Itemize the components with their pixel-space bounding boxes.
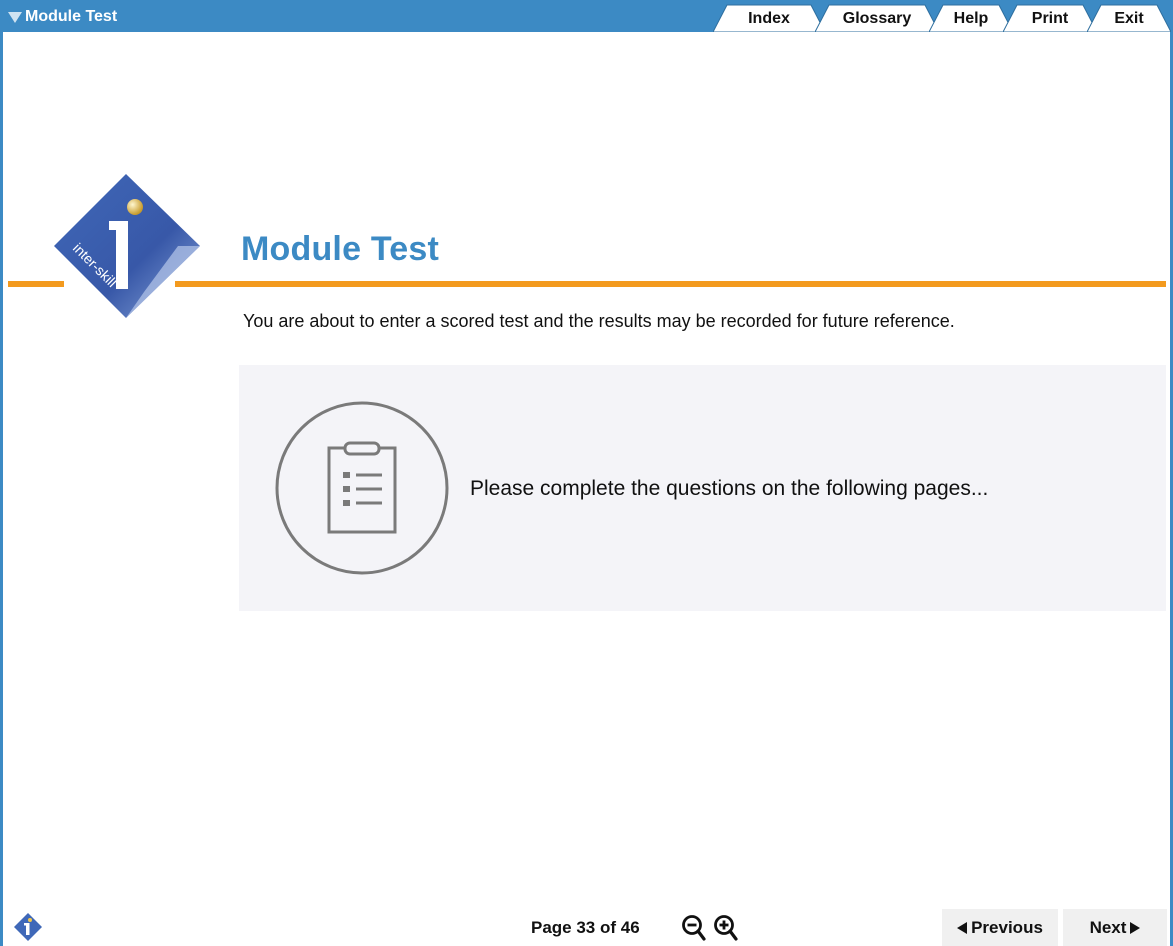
tab-print[interactable]: Print	[1003, 4, 1097, 32]
tab-bar: Index Glossary Help Print Exit	[0, 4, 1173, 32]
tab-print-label: Print	[1031, 10, 1069, 27]
tab-glossary[interactable]: Glossary	[815, 4, 939, 32]
intro-text: You are about to enter a scored test and…	[243, 311, 955, 331]
tab-glossary-label: Glossary	[842, 10, 912, 27]
zoom-in-icon[interactable]	[713, 914, 739, 942]
next-button[interactable]: Next	[1063, 909, 1167, 946]
tab-help-label: Help	[953, 10, 989, 27]
interskill-icon[interactable]	[13, 912, 43, 942]
title-rule	[175, 281, 1166, 287]
page-indicator: Page 33 of 46	[531, 918, 640, 937]
tab-help[interactable]: Help	[929, 4, 1013, 32]
interskill-logo: inter-skill	[54, 174, 200, 318]
panel-message: Please complete the questions on the fol…	[470, 477, 989, 500]
clipboard-list-icon	[275, 401, 449, 575]
tab-index-label: Index	[748, 10, 790, 27]
previous-button-label: Previous	[971, 917, 1043, 937]
arrow-left-icon	[957, 921, 968, 934]
previous-button[interactable]: Previous	[942, 909, 1058, 946]
page-title: Module Test	[241, 230, 440, 268]
zoom-out-icon[interactable]	[681, 914, 707, 942]
tab-exit-label: Exit	[1114, 10, 1144, 27]
next-button-label: Next	[1089, 917, 1127, 937]
arrow-right-icon	[1130, 921, 1141, 934]
tab-index[interactable]: Index	[713, 4, 825, 32]
tab-exit[interactable]: Exit	[1087, 4, 1171, 32]
